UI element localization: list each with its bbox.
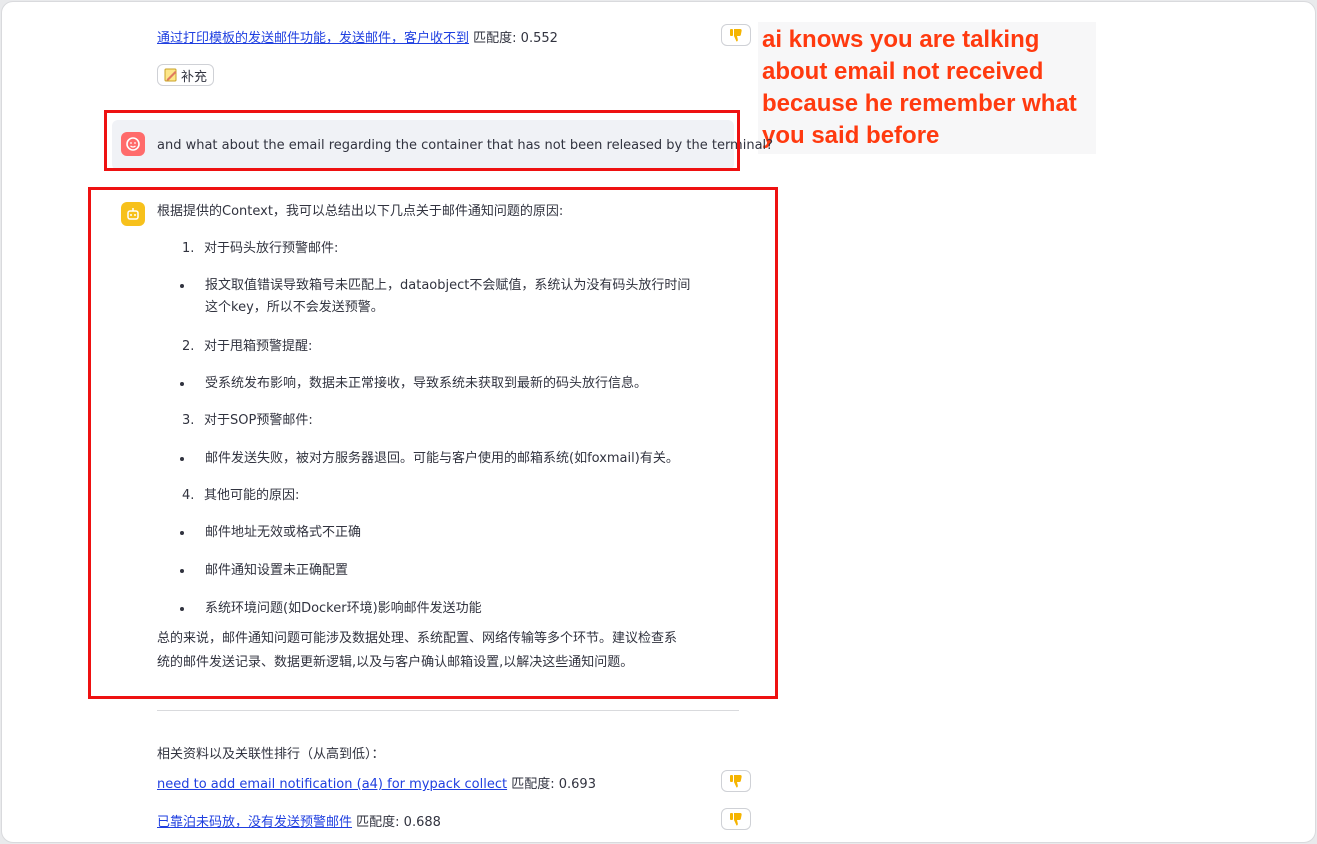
top-doc-row: 通过打印模板的发送邮件功能，发送邮件，客户收不到 匹配度: 0.552	[157, 27, 558, 46]
section-divider	[157, 710, 739, 711]
thumbs-down-button[interactable]	[721, 24, 751, 46]
related-heading: 相关资料以及关联性排行（从高到低）：	[157, 747, 385, 762]
user-message-highlight	[104, 110, 740, 171]
related-doc-link[interactable]: need to add email notification (a4) for …	[157, 777, 507, 792]
thumbs-down-icon	[730, 775, 742, 788]
thumbs-down-button[interactable]	[721, 770, 751, 792]
related-doc-row: need to add email notification (a4) for …	[157, 773, 596, 792]
memo-icon	[164, 68, 177, 82]
related-doc-score: 匹配度: 0.688	[356, 815, 441, 830]
thumbs-down-icon	[730, 29, 742, 42]
related-doc-score: 匹配度: 0.693	[511, 777, 596, 792]
supplement-button[interactable]: 补充	[157, 64, 215, 86]
supplement-label: 补充	[181, 69, 208, 85]
related-doc-link[interactable]: 已靠泊未码放，没有发送预警邮件	[157, 815, 352, 830]
assistant-answer-highlight	[88, 187, 778, 699]
annotation-note: ai knows you are talking about email not…	[758, 22, 1096, 154]
related-doc-row: 已靠泊未码放，没有发送预警邮件 匹配度: 0.688	[157, 811, 441, 830]
app-frame: 通过打印模板的发送邮件功能，发送邮件，客户收不到 匹配度: 0.552 补充 a…	[1, 1, 1316, 843]
top-doc-score: 匹配度: 0.552	[473, 31, 558, 46]
top-doc-link[interactable]: 通过打印模板的发送邮件功能，发送邮件，客户收不到	[157, 31, 469, 46]
thumbs-down-button[interactable]	[721, 808, 751, 830]
thumbs-down-icon	[730, 813, 742, 826]
